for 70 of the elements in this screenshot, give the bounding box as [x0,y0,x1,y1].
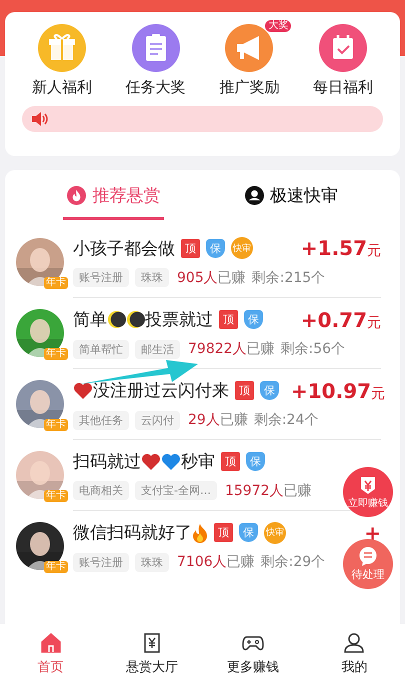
moon-icon [107,310,126,329]
task-title[interactable]: 扫码就过 [73,450,141,473]
category-tag: 珠珠 [135,552,169,572]
tab[interactable]: 极速快审 [240,174,342,220]
top-badge: 顶 [219,310,238,329]
remaining-count: 剩余:29个 [260,553,326,571]
top-badge: 顶 [181,238,200,258]
moon-icon [126,310,145,329]
guarantee-badge: 保 [246,452,265,471]
card-badge: 年卡 [44,418,68,430]
card-badge: 年卡 [44,348,68,360]
guarantee-badge: 保 [244,310,263,329]
category-tag: 邮生活 [135,340,180,358]
fast-review-badge: 快审 [264,522,286,544]
card-badge: 年卡 [44,276,68,288]
top-badge: 顶 [235,381,254,400]
remaining-count: 剩余:215个 [252,268,326,286]
task-title[interactable]: 小孩子都会做 [73,236,175,260]
speaker-icon [30,111,48,127]
guarantee-badge: 保 [239,523,258,542]
category-tag: 电商相关 [73,481,129,500]
clipboard-icon[interactable] [132,24,180,72]
guarantee-badge: 保 [260,381,279,400]
shortcut-label[interactable]: 任务大奖 [126,78,186,97]
category-tag: 其他任务 [73,410,129,430]
top-badge: 顶 [214,523,233,542]
remaining-count: 剩余:56个 [280,340,346,358]
card-badge: 年卡 [44,560,68,572]
nav-tab[interactable]: 首页 [10,630,91,676]
tab[interactable]: 推荐悬赏 [63,174,164,220]
task-title[interactable]: 没注册过云闪付来 [93,379,229,402]
person-icon [244,186,264,205]
reward-amount: +0.77元 [300,308,381,332]
nav-tab[interactable]: 我的 [314,630,394,676]
earned-count: 29人已赚 [188,411,248,429]
nav-tab[interactable]: 更多赚钱 [213,630,294,676]
yen-icon [358,474,378,494]
category-tag: 账号注册 [73,552,129,572]
top-badge: 顶 [221,452,240,471]
earned-count: 15972人已赚 [224,482,312,500]
gift-icon[interactable] [38,24,86,72]
home-icon [38,630,63,654]
user-icon [342,630,366,654]
earned-count: 7106人已赚 [177,553,255,571]
task-title[interactable]: 秒审 [181,450,215,473]
category-tag: 云闪付 [135,410,180,430]
task-title[interactable]: 投票就过 [145,308,213,331]
earned-count: 905人已赚 [177,268,246,286]
shortcut-label[interactable]: 推广奖励 [219,78,280,97]
earned-count: 79822人已赚 [188,340,275,358]
flame-icon [192,522,208,542]
reward-amount: +1.57元 [300,236,381,260]
card-badge: 年卡 [44,490,68,502]
remaining-count: 剩余:24个 [254,411,318,429]
task-title[interactable]: 微信扫码就好了 [73,521,192,544]
chat-icon [359,546,377,566]
guarantee-badge: 保 [206,238,225,258]
category-tag: 账号注册 [73,268,129,287]
category-tag: 支付宝-全网… [135,481,217,500]
prize-badge: 大奖 [265,20,292,32]
flame-icon [67,186,86,205]
shortcut-label[interactable]: 每日福利 [313,78,374,97]
nav-tab[interactable]: 悬赏大厅 [112,630,192,676]
fast-review-badge: 快审 [231,237,253,259]
shortcut-label[interactable]: 新人福利 [32,78,92,97]
calendar-icon[interactable] [319,24,368,72]
reward-amount: +10.97元 [291,378,386,402]
category-tag: 珠珠 [135,268,169,287]
task-title[interactable]: 简单 [73,308,107,331]
category-tag: 简单帮忙 [73,340,129,358]
